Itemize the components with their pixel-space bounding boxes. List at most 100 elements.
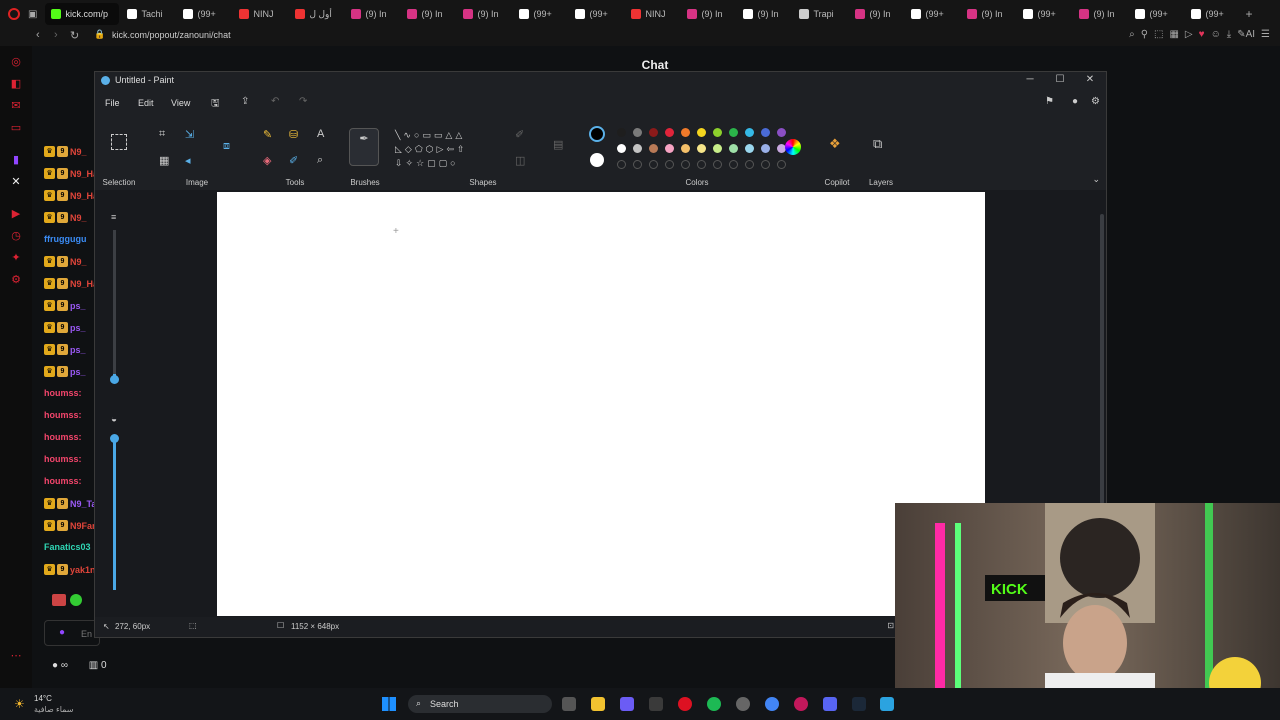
chat-input[interactable]: ● En xyxy=(44,620,100,646)
chat-username[interactable]: N9_ xyxy=(70,213,87,223)
chat-username[interactable]: houmss: xyxy=(44,388,82,398)
remove-background-icon[interactable]: ⧈ xyxy=(223,140,230,153)
share-icon[interactable]: ⇪ xyxy=(241,96,249,107)
sidebar-gear-icon[interactable]: ⚙ xyxy=(10,274,22,286)
undo-icon[interactable]: ↶ xyxy=(271,96,279,107)
chat-username[interactable]: houmss: xyxy=(44,454,82,464)
browser-tab[interactable]: (9) In xyxy=(457,3,511,25)
play-icon[interactable]: ▷ xyxy=(1185,29,1193,40)
browser-tab[interactable]: (9) In xyxy=(401,3,455,25)
account-icon[interactable]: ● xyxy=(1072,96,1078,107)
taskbar-search[interactable]: ⌕ Search xyxy=(408,695,552,713)
weather-icon[interactable]: ☀ xyxy=(14,697,25,711)
browser-tab[interactable]: (9) In xyxy=(961,3,1015,25)
copilot-taskbar-icon[interactable] xyxy=(620,697,634,711)
palette-swatch[interactable] xyxy=(761,128,770,137)
palette-swatch[interactable] xyxy=(697,128,706,137)
store-icon[interactable] xyxy=(649,697,663,711)
sidebar-play-icon[interactable]: ▶ xyxy=(10,208,22,220)
save-icon[interactable]: 🖫 xyxy=(211,96,220,113)
custom-color-slot[interactable] xyxy=(697,160,706,169)
browser-tab[interactable]: أول ل xyxy=(289,3,343,25)
app-icon[interactable] xyxy=(794,697,808,711)
custom-color-slot[interactable] xyxy=(617,160,626,169)
rotate-icon[interactable]: ◂ xyxy=(185,154,191,167)
gift-icon[interactable]: ▥ xyxy=(89,660,98,671)
layers-icon[interactable]: ⧉ xyxy=(873,136,882,152)
pin-icon[interactable]: ⚲ xyxy=(1141,29,1148,40)
redo-icon[interactable]: ↷ xyxy=(299,96,307,107)
text-icon[interactable]: A xyxy=(317,128,324,140)
profile-icon[interactable]: ☺ xyxy=(1211,29,1221,40)
palette-swatch[interactable] xyxy=(729,144,738,153)
vertical-scrollbar[interactable] xyxy=(1100,214,1104,504)
palette-swatch[interactable] xyxy=(633,128,642,137)
drawing-canvas[interactable]: + xyxy=(217,192,985,616)
fit-screen-icon[interactable]: ⊡ xyxy=(887,621,894,630)
secondary-color[interactable] xyxy=(590,153,604,167)
zoom-icon[interactable]: ⌕ xyxy=(1129,29,1135,40)
shapes-gallery[interactable]: ╲∿○▭▭△△ ◺◇⬠⬡▷⇦⇧ ⇩✧☆▢▢○ xyxy=(395,128,501,168)
chrome-icon[interactable] xyxy=(765,697,779,711)
eraser-icon[interactable]: ◈ xyxy=(263,154,271,167)
palette-swatch[interactable] xyxy=(649,144,658,153)
task-view-icon[interactable] xyxy=(562,697,576,711)
x-icon[interactable]: ✕ xyxy=(10,176,22,188)
brush-size-slider[interactable] xyxy=(110,230,119,384)
sidebar-rec-icon[interactable]: ◎ xyxy=(10,56,22,68)
maximize-button[interactable]: ☐ xyxy=(1050,74,1070,85)
browser-tab[interactable]: (99+ xyxy=(569,3,623,25)
sidebar-clock-icon[interactable]: ◷ xyxy=(10,230,22,242)
palette-swatch[interactable] xyxy=(713,144,722,153)
browser-tab[interactable]: Tachi xyxy=(121,3,175,25)
forward-icon[interactable]: › xyxy=(54,29,58,41)
browser-tab[interactable]: (99+ xyxy=(1017,3,1071,25)
download-icon[interactable]: ⤓ xyxy=(1227,29,1231,40)
palette-swatch[interactable] xyxy=(665,144,674,153)
shape-fill-icon[interactable]: ◫ xyxy=(515,154,525,167)
browser-logo-icon[interactable] xyxy=(8,8,20,20)
reload-icon[interactable]: ↻ xyxy=(70,29,79,42)
chat-username[interactable]: houmss: xyxy=(44,432,82,442)
file-explorer-icon[interactable] xyxy=(591,697,605,711)
primary-color[interactable] xyxy=(589,126,605,142)
resize-icon[interactable]: ⇲ xyxy=(185,128,194,141)
menu-file[interactable]: File xyxy=(105,98,120,108)
custom-color-slot[interactable] xyxy=(649,160,658,169)
palette-swatch[interactable] xyxy=(745,128,754,137)
opacity-slider[interactable] xyxy=(110,434,119,590)
infinity-icon[interactable]: ● ∞ xyxy=(52,660,68,671)
custom-color-slot[interactable] xyxy=(713,160,722,169)
workspaces-icon[interactable]: ▣ xyxy=(28,9,37,20)
menu-view[interactable]: View xyxy=(171,98,190,108)
brushes-icon[interactable]: ✒ xyxy=(349,128,379,166)
new-tab-button[interactable]: + xyxy=(1245,7,1252,21)
custom-color-slot[interactable] xyxy=(729,160,738,169)
sidebar-chat-icon[interactable]: ✉ xyxy=(10,100,22,112)
sidebar-tv-icon[interactable]: ▭ xyxy=(10,122,22,134)
browser-tab[interactable]: NINJ xyxy=(625,3,679,25)
fill-icon[interactable]: ⛁ xyxy=(289,128,298,141)
chat-username[interactable]: houmss: xyxy=(44,476,82,486)
settings-taskbar-icon[interactable] xyxy=(736,697,750,711)
tabs-icon[interactable]: ▦ xyxy=(1169,29,1178,40)
palette-swatch[interactable] xyxy=(745,144,754,153)
browser-tab[interactable]: (99+ xyxy=(513,3,567,25)
custom-color-slot[interactable] xyxy=(665,160,674,169)
discord-icon[interactable] xyxy=(823,697,837,711)
browser-tab[interactable]: (99+ xyxy=(905,3,959,25)
menu-edit[interactable]: Edit xyxy=(138,98,154,108)
palette-swatch[interactable] xyxy=(681,144,690,153)
selection-icon[interactable] xyxy=(111,134,127,150)
url-field[interactable]: kick.com/popout/zanouni/chat xyxy=(112,30,231,40)
color-picker-icon[interactable]: ✐ xyxy=(289,154,298,167)
palette-swatch[interactable] xyxy=(777,128,786,137)
steam-icon[interactable] xyxy=(852,697,866,711)
browser-tab[interactable]: (9) In xyxy=(681,3,735,25)
browser-tab[interactable]: kick.com/p xyxy=(45,3,120,25)
chat-username[interactable]: N9_ xyxy=(70,257,87,267)
custom-color-slot[interactable] xyxy=(777,160,786,169)
palette-swatch[interactable] xyxy=(649,128,658,137)
custom-color-slot[interactable] xyxy=(633,160,642,169)
chat-username[interactable]: ps_ xyxy=(70,345,86,355)
